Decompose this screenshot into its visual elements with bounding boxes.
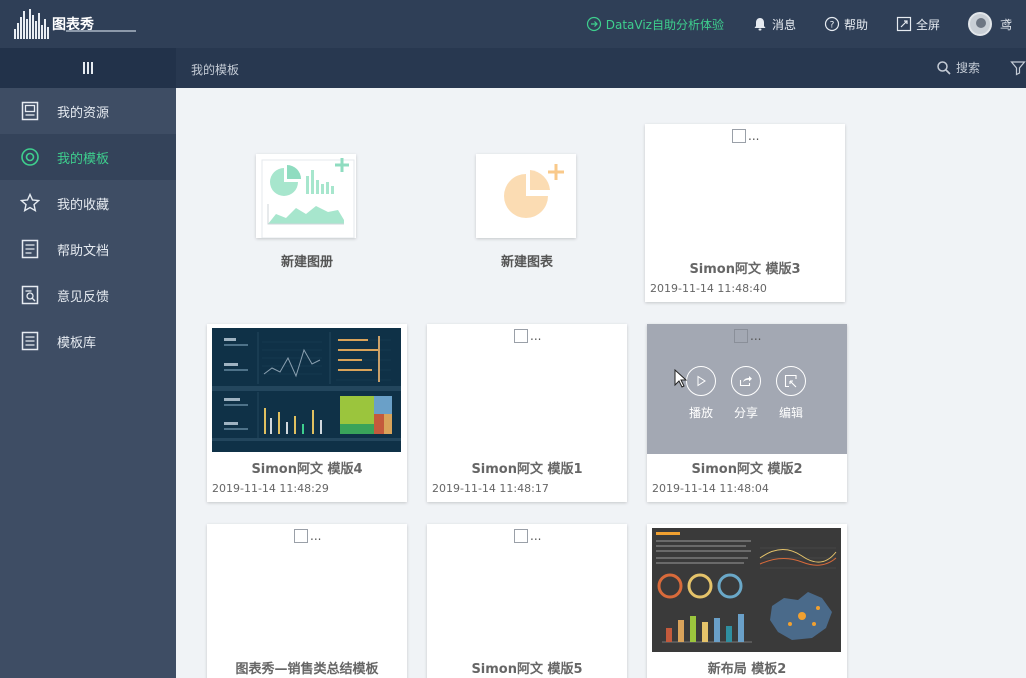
- more-dots[interactable]: ...: [530, 329, 541, 343]
- fullscreen-button[interactable]: 全屏: [896, 16, 940, 33]
- more-dots[interactable]: ...: [750, 329, 761, 343]
- checkbox-box[interactable]: [734, 329, 748, 343]
- help-label: 帮助: [843, 17, 868, 32]
- more-dots[interactable]: ...: [748, 129, 759, 143]
- template-card[interactable]: 新布局 模板2: [647, 524, 847, 678]
- select-checkbox[interactable]: ...: [732, 129, 759, 143]
- sidebar-item-feedback[interactable]: 意见反馈: [0, 272, 176, 318]
- template-date: 2019-11-14 11:48:40: [650, 282, 767, 295]
- sidebar-item-templates[interactable]: 我的模板: [0, 134, 176, 180]
- library-icon: [20, 331, 40, 351]
- edit-label: 编辑: [778, 406, 803, 420]
- edit-button[interactable]: 编辑: [771, 366, 811, 421]
- template-card[interactable]: ... Simon阿文 模版3 2019-11-14 11:48:40: [645, 124, 845, 302]
- sidebar-item-label: 我的收藏: [57, 197, 110, 213]
- resource-icon: [20, 101, 40, 121]
- template-card-hovered[interactable]: ... 播放 分享 编辑 Simon阿文 模版2 2019-11-14 11:4…: [647, 324, 847, 502]
- new-album-card[interactable]: 新建图册: [207, 124, 407, 302]
- menu-toggle-button[interactable]: [0, 48, 176, 88]
- search-icon: [937, 60, 951, 75]
- sidebar-item-label: 意见反馈: [57, 289, 110, 305]
- mouse-cursor-icon: [674, 369, 688, 388]
- fullscreen-label: 全屏: [915, 17, 940, 32]
- checkbox-box[interactable]: [294, 529, 308, 543]
- share-icon: [731, 366, 761, 396]
- dataviz-link[interactable]: DataViz自助分析体验: [586, 16, 724, 33]
- template-title[interactable]: Simon阿文 模版4: [207, 458, 407, 477]
- template-date: 2019-11-14 11:48:29: [212, 482, 329, 495]
- sidebar-item-label: 模板库: [57, 335, 97, 351]
- template-card[interactable]: ... Simon阿文 模版1 2019-11-14 11:48:17: [427, 324, 627, 502]
- more-dots[interactable]: ...: [310, 529, 321, 543]
- bell-icon: [754, 18, 766, 31]
- new-album-icon: [256, 154, 356, 239]
- sidebar: 我的资源 我的模板 我的收藏 帮助文档 意见反馈 模板库: [0, 88, 176, 678]
- logo-underline: [66, 30, 136, 32]
- more-dots[interactable]: ...: [530, 529, 541, 543]
- checkbox-box[interactable]: [732, 129, 746, 143]
- template-card[interactable]: Simon阿文 模版4 2019-11-14 11:48:29: [207, 324, 407, 502]
- play-icon: [686, 366, 716, 396]
- sidebar-item-label: 我的模板: [57, 151, 110, 167]
- template-title[interactable]: Simon阿文 模版5: [427, 658, 627, 677]
- new-album-label: 新建图册: [280, 255, 333, 270]
- template-title[interactable]: 图表秀—销售类总结模板: [207, 658, 407, 677]
- top-header: 图表秀 DataViz自助分析体验 消息 ? 帮助 全屏 鸢: [0, 0, 1026, 48]
- sidebar-item-template-library[interactable]: 模板库: [0, 318, 176, 364]
- select-checkbox[interactable]: ...: [294, 529, 321, 543]
- template-date: 2019-11-14 11:48:04: [652, 482, 769, 495]
- messages-button[interactable]: 消息: [752, 16, 796, 33]
- menu-bars-icon: [83, 62, 93, 74]
- dataviz-link-label: DataViz自助分析体验: [605, 17, 724, 32]
- search-button[interactable]: 搜索: [936, 59, 980, 76]
- template-card[interactable]: ... 图表秀—销售类总结模板: [207, 524, 407, 678]
- messages-label: 消息: [771, 17, 796, 32]
- share-button[interactable]: 分享: [726, 366, 766, 421]
- search-label: 搜索: [956, 61, 981, 75]
- new-chart-card[interactable]: 新建图表: [427, 124, 627, 302]
- doc-icon: [20, 239, 40, 259]
- avatar[interactable]: [968, 12, 992, 36]
- dashboard-thumbnail: [212, 328, 401, 452]
- dashboard-thumbnail: [652, 528, 841, 652]
- checkbox-box[interactable]: [514, 329, 528, 343]
- sidebar-item-label: 帮助文档: [57, 243, 110, 259]
- star-icon: [20, 193, 40, 213]
- template-card[interactable]: ... Simon阿文 模版5: [427, 524, 627, 678]
- share-label: 分享: [733, 406, 758, 420]
- edit-icon: [776, 366, 806, 396]
- select-checkbox[interactable]: ...: [514, 329, 541, 343]
- template-icon: [20, 147, 40, 167]
- filter-icon[interactable]: [1010, 60, 1026, 76]
- template-title[interactable]: 新布局 模板2: [647, 658, 847, 677]
- feedback-icon: [20, 285, 40, 305]
- template-title[interactable]: Simon阿文 模版3: [645, 258, 845, 277]
- new-chart-label: 新建图表: [500, 255, 553, 270]
- logo-bars-icon: [14, 9, 49, 39]
- sidebar-item-label: 我的资源: [57, 105, 110, 121]
- select-checkbox[interactable]: ...: [514, 529, 541, 543]
- new-chart-icon: [476, 154, 576, 238]
- fullscreen-icon: [896, 16, 912, 32]
- help-button[interactable]: ? 帮助: [824, 16, 868, 33]
- sub-header: 我的模板 搜索: [0, 48, 1026, 88]
- template-title[interactable]: Simon阿文 模版1: [427, 458, 627, 477]
- app-logo[interactable]: 图表秀: [14, 6, 136, 42]
- select-checkbox[interactable]: ...: [734, 329, 761, 343]
- question-circle-icon: ?: [824, 16, 840, 32]
- play-label: 播放: [688, 406, 713, 420]
- sidebar-item-favorites[interactable]: 我的收藏: [0, 180, 176, 226]
- breadcrumb: 我的模板: [191, 63, 240, 77]
- header-actions: DataViz自助分析体验 消息 ? 帮助 全屏 鸢: [586, 0, 1026, 48]
- checkbox-box[interactable]: [514, 529, 528, 543]
- sidebar-item-help-docs[interactable]: 帮助文档: [0, 226, 176, 272]
- svg-text:?: ?: [830, 21, 835, 31]
- template-title[interactable]: Simon阿文 模版2: [647, 458, 847, 477]
- sidebar-item-resources[interactable]: 我的资源: [0, 88, 176, 134]
- user-name[interactable]: 鸢: [1000, 16, 1026, 33]
- arrow-circle-icon: [586, 16, 601, 32]
- template-date: 2019-11-14 11:48:17: [432, 482, 549, 495]
